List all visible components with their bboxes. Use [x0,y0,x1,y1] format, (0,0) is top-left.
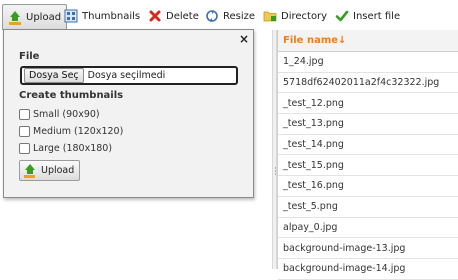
file-name: _test_15.png [283,159,344,171]
thumbnail-option-label: Large (180x180) [33,143,113,154]
file-field-label: File [19,51,40,62]
file-row[interactable]: 5718df62402011a2f4c32322.jpg [278,73,458,94]
file-row[interactable]: _test_5.png [278,197,458,218]
delete-icon [148,9,162,23]
thumbnail-option-medium[interactable]: Medium (120x120) [19,126,123,137]
thumbnail-option-large[interactable]: Large (180x180) [19,143,112,154]
file-row[interactable]: _test_13.png [278,114,458,135]
directory-tool-label: Directory [281,10,328,22]
file-name-header-label: File name [283,35,339,46]
thumbnails-tool-button[interactable]: Thumbnails [64,5,140,27]
thumbnails-tool-label: Thumbnails [82,10,141,22]
choose-file-button[interactable]: Dosya Seç [24,68,84,83]
insert-file-tool-label: Insert file [353,10,401,22]
upload-dialog: × File Dosya Seç Dosya seçilmedi Create … [3,29,254,198]
thumbnail-option-small[interactable]: Small (90x90) [19,109,100,120]
create-thumbnails-label: Create thumbnails [19,90,124,101]
file-list: File name ↓ 1_24.jpg 5718df62402011a2f4c3… [277,30,458,280]
thumbnail-option-label: Medium (120x120) [33,126,124,137]
file-row[interactable]: _test_14.png [278,135,458,156]
file-input[interactable]: Dosya Seç Dosya seçilmedi [20,66,238,85]
file-name: _test_13.png [283,118,344,130]
file-row[interactable]: _test_15.png [278,155,458,177]
upload-tool-button[interactable]: Upload [2,4,68,30]
upload-submit-label: Upload [41,165,75,176]
file-row[interactable]: _test_16.png [278,176,458,197]
toolbar: Upload Thumbnails Delete Resize Director… [0,0,458,32]
file-name: _test_12.png [283,97,344,109]
file-name: 1_24.jpg [283,56,324,68]
resize-icon [205,9,219,23]
checkbox[interactable] [19,143,30,154]
directory-tool-button[interactable]: Directory [263,5,327,27]
resize-tool-button[interactable]: Resize [205,5,255,27]
file-name: _test_14.png [283,139,344,151]
file-row[interactable]: 1_24.jpg [278,52,458,73]
folder-icon [263,9,277,23]
insert-file-tool-button[interactable]: Insert file [335,5,400,27]
upload-submit-button[interactable]: Upload [19,160,80,181]
file-name: _test_5.png [283,201,338,213]
file-name: 5718df62402011a2f4c32322.jpg [283,77,440,89]
file-status-text: Dosya seçilmedi [87,70,166,81]
delete-tool-label: Delete [166,10,199,22]
thumbnail-option-label: Small (90x90) [33,109,100,120]
file-name: alpay_0.jpg [283,221,338,233]
checkbox[interactable] [19,126,30,137]
file-row[interactable]: _test_12.png [278,93,458,115]
file-row[interactable]: alpay_0.jpg [278,218,458,239]
close-icon[interactable]: × [239,32,249,46]
upload-tool-label: Upload [26,12,62,23]
check-icon [335,9,349,23]
file-name: background-image-13.jpg [283,242,406,254]
delete-tool-button[interactable]: Delete [148,5,199,27]
checkbox[interactable] [19,109,30,120]
upload-icon [24,164,37,178]
file-row[interactable]: background-image-13.jpg [278,238,458,259]
file-name: _test_16.png [283,180,344,192]
file-row[interactable]: background-image-14.jpg [278,259,458,280]
thumbnails-icon [64,9,78,23]
resize-tool-label: Resize [223,10,256,22]
upload-icon [8,10,22,25]
sort-desc-icon: ↓ [338,35,347,46]
file-name-column-header[interactable]: File name ↓ [278,30,458,52]
